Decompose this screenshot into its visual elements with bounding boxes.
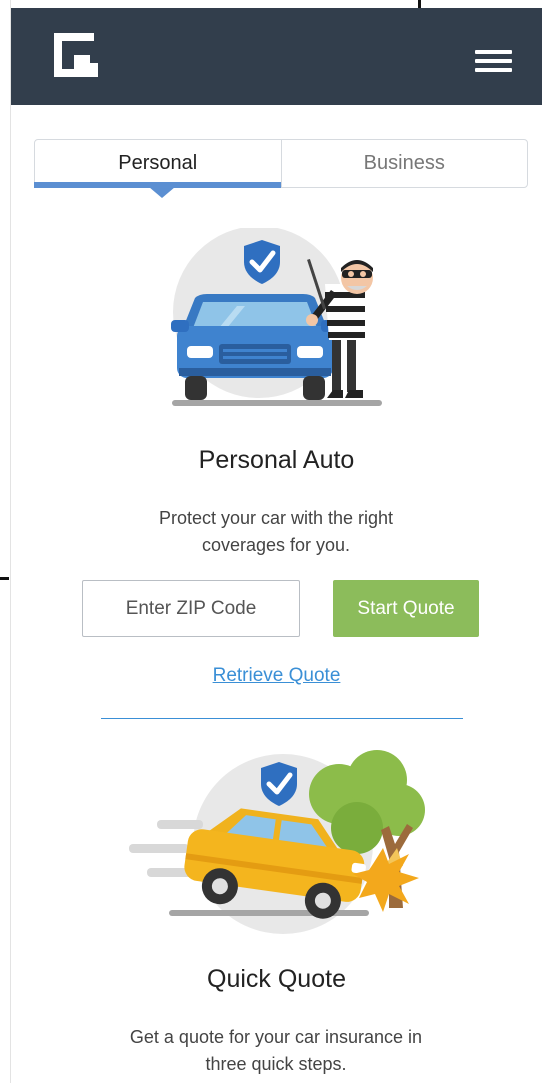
section-divider <box>101 718 463 719</box>
start-quote-button[interactable]: Start Quote <box>333 580 479 637</box>
brand-logo-icon[interactable] <box>54 33 98 77</box>
car-crash-illustration <box>129 750 425 934</box>
personal-auto-description: Protect your car with the right coverage… <box>158 508 394 555</box>
tab-business-label: Business <box>363 152 445 174</box>
quick-quote-description: Get a quote for your car insurance in th… <box>129 1027 423 1074</box>
personal-auto-title: Personal Auto <box>198 446 355 474</box>
tab-business[interactable]: Business <box>280 140 528 187</box>
quick-quote-title: Quick Quote <box>207 965 346 993</box>
left-page-edge <box>0 0 11 1083</box>
coverage-tabs: Personal Business <box>34 139 528 188</box>
tab-personal[interactable]: Personal <box>34 140 281 188</box>
retrieve-quote-link[interactable]: Retrieve Quote <box>11 665 542 687</box>
active-tab-caret <box>149 187 175 198</box>
site-header <box>11 8 542 105</box>
hamburger-menu-icon[interactable] <box>475 50 512 76</box>
car-theft-illustration <box>171 228 382 406</box>
tab-personal-label: Personal <box>118 152 198 174</box>
page: Personal Business Personal Auto Protect … <box>11 0 542 1083</box>
zip-code-input[interactable] <box>82 580 300 637</box>
left-edge-marker <box>0 577 9 580</box>
